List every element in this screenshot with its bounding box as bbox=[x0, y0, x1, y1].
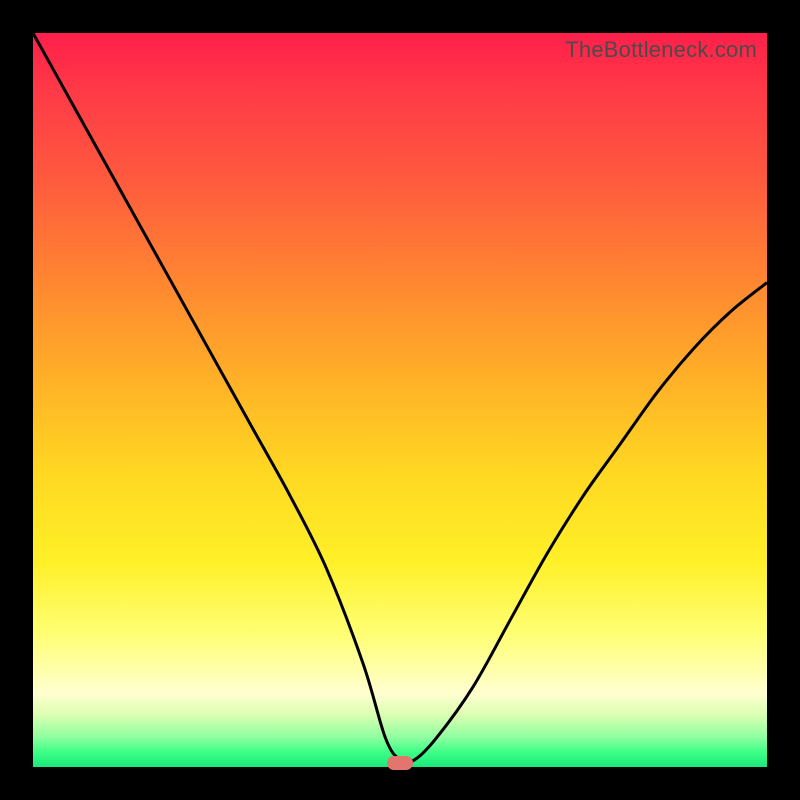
plot-area: TheBottleneck.com bbox=[33, 33, 767, 767]
chart-frame: TheBottleneck.com bbox=[0, 0, 800, 800]
optimal-point-marker bbox=[387, 756, 413, 770]
curve-path bbox=[33, 33, 767, 762]
bottleneck-curve bbox=[33, 33, 767, 767]
